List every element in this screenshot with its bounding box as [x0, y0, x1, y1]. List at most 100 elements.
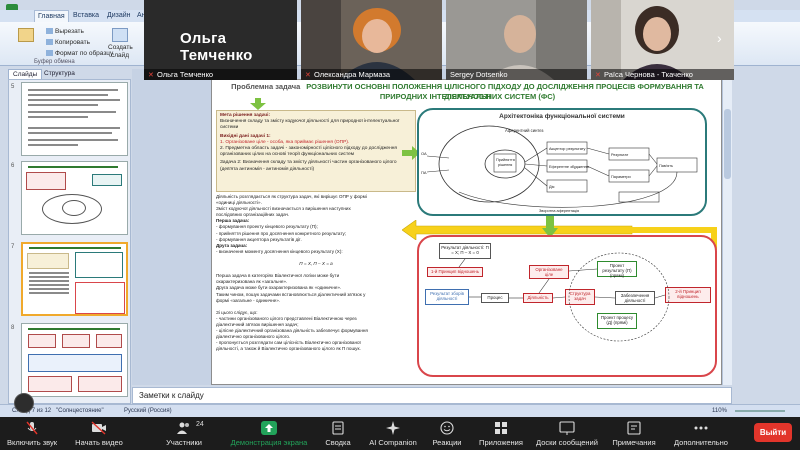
- video-strip: Ольга Темченко ✕ Ольга Темченко ✕ Олександ…: [144, 0, 734, 80]
- arch-label: Акцептор результату: [549, 147, 586, 151]
- cut-label: Вырезать: [55, 28, 84, 35]
- reactions-button[interactable]: Реакции: [426, 417, 468, 450]
- more-label: Дополнительно: [674, 438, 728, 447]
- tab-design[interactable]: Дизайн: [104, 10, 134, 22]
- video-tile-participant-3[interactable]: Sergey Dotsenko: [446, 0, 587, 80]
- slide-body-text: Діяльність розглядається як структура за…: [216, 194, 416, 352]
- participant-video: [301, 0, 442, 80]
- recording-indicator[interactable]: [14, 393, 34, 413]
- apps-label: Приложения: [479, 438, 523, 447]
- zoom-slider[interactable]: [735, 410, 785, 412]
- slide-thumbnail-5[interactable]: [21, 82, 128, 156]
- architecture-diagram: Архітектоніка функціональної системи Афе…: [417, 108, 707, 216]
- participant-name: Sergey Dotsenko: [450, 70, 508, 79]
- arch-label: Зворотна аферентація: [539, 209, 579, 213]
- mic-off-icon: ✕: [595, 72, 601, 79]
- copy-icon: [46, 39, 53, 46]
- slide-number: 6: [11, 163, 15, 169]
- activity-diagram: Результат діяльності: П = Х; П – Х = 0 1…: [417, 235, 717, 377]
- goal-text: Визначення складу та змісту кодуючої дія…: [220, 119, 400, 131]
- zoom-level: 110%: [712, 408, 727, 414]
- whiteboard-icon: [559, 421, 575, 435]
- arch-label: рішення: [498, 163, 512, 167]
- clipboard-group-label: Буфер обмена: [34, 59, 75, 65]
- participants-label: Участники: [166, 438, 202, 447]
- scrollbar-thumb[interactable]: [724, 109, 731, 179]
- arch-label: Параметри: [611, 175, 631, 179]
- video-tile-presenter[interactable]: Ольга Темченко ✕ Ольга Темченко: [144, 0, 297, 80]
- slide-thumbnail-6[interactable]: [21, 161, 128, 235]
- activity-graph-lines: [458, 252, 670, 342]
- arch-label: Пам'ять: [659, 164, 673, 168]
- arch-label: Аферентний синтез: [505, 128, 544, 133]
- inputs-heading: Вихідні дані задачі 1:: [220, 133, 271, 139]
- chevron-right-icon[interactable]: ›: [717, 30, 722, 46]
- tab-home[interactable]: Главная: [34, 10, 69, 22]
- slide-number: 7: [11, 244, 15, 250]
- current-slide[interactable]: Проблемна задача РОЗВИНУТИ ОСНОВНІ ПОЛОЖЕ…: [211, 79, 722, 385]
- goal-box: Мета рішення задачі: Визначення складу т…: [216, 110, 416, 192]
- start-video-button[interactable]: Начать видео: [68, 417, 130, 450]
- video-tile-participant-2[interactable]: ✕ Олександра Мармаза: [301, 0, 442, 80]
- slide-thumbnail-8[interactable]: [21, 323, 128, 397]
- architecture-title: Архітектоніка функціональної системи: [499, 113, 625, 120]
- cut-button[interactable]: Вырезать: [46, 28, 84, 35]
- summary-label: Сводка: [325, 438, 351, 447]
- notes-field[interactable]: Заметки к слайду: [132, 387, 732, 404]
- share-screen-button[interactable]: Демонстрация экрана: [222, 417, 316, 450]
- tab-outline[interactable]: Структура: [40, 69, 79, 79]
- paste-icon[interactable]: [18, 28, 34, 42]
- input-2: 2. Предметна область задачі - закономірн…: [220, 146, 397, 158]
- panel-tabs: Слайды Структура: [8, 69, 128, 79]
- arch-label: Прийняття: [496, 158, 515, 162]
- participant-name-bar: ✕ Олександра Мармаза: [301, 69, 442, 80]
- architecture-graph: Аферентний синтез Прийняття рішення Акце…: [421, 125, 698, 213]
- arch-label: ПА: [421, 170, 427, 175]
- participant-video: [591, 0, 734, 80]
- participant-name: Олександра Мармаза: [314, 70, 391, 79]
- ai-companion-button[interactable]: AI Companion: [362, 417, 424, 450]
- share-screen-icon: [261, 421, 277, 435]
- unmute-label: Включить звук: [6, 438, 58, 447]
- ai-companion-label: AI Companion: [369, 438, 417, 447]
- copy-label: Копировать: [55, 39, 90, 46]
- unmute-button[interactable]: Включить звук: [2, 417, 62, 450]
- slide-number: 5: [11, 84, 15, 90]
- problem-label: Проблемна задача: [231, 82, 301, 91]
- summary-button[interactable]: Сводка: [318, 417, 358, 450]
- mic-off-icon: ✕: [305, 72, 311, 79]
- whiteboard-label: Доски сообщений: [536, 438, 598, 447]
- vertical-scrollbar[interactable]: [722, 69, 732, 385]
- leave-button[interactable]: Выйти: [754, 423, 792, 442]
- whiteboard-button[interactable]: Доски сообщений: [530, 417, 604, 450]
- participant-video: [446, 0, 587, 80]
- notes-button[interactable]: Примечания: [606, 417, 662, 450]
- arrow-down-icon: [250, 98, 266, 110]
- participants-count: 24: [196, 421, 204, 428]
- status-bar: Слайд 7 из 12 "Солнцестояние" Русский (Р…: [0, 404, 800, 417]
- participant-name: Раїса Чернова - Ткаченко: [604, 70, 693, 79]
- apps-button[interactable]: Приложения: [474, 417, 528, 450]
- reactions-icon: [440, 421, 454, 435]
- summary-icon: [332, 421, 344, 435]
- new-slide-icon[interactable]: [112, 28, 128, 42]
- theme-name: "Солнцестояние": [56, 408, 104, 414]
- copy-button[interactable]: Копировать: [46, 39, 90, 46]
- new-slide-label[interactable]: Создать: [108, 44, 133, 51]
- video-tile-participant-4[interactable]: › ✕ Раїса Чернова - Ткаченко: [591, 0, 734, 80]
- new-slide-label-2[interactable]: слайд: [111, 52, 129, 59]
- arch-label: ОА: [421, 151, 427, 156]
- more-button[interactable]: Дополнительно: [664, 417, 738, 450]
- video-off-icon: [91, 421, 106, 435]
- tab-insert[interactable]: Вставка: [70, 10, 102, 22]
- participant-name-bar: ✕ Раїса Чернова - Ткаченко: [591, 69, 734, 80]
- slide-thumbnail-7[interactable]: [21, 242, 128, 316]
- format-painter-label: Формат по образцу: [55, 50, 114, 57]
- notes-label: Примечания: [612, 438, 656, 447]
- start-video-label: Начать видео: [75, 438, 123, 447]
- format-painter-button[interactable]: Формат по образцу: [46, 50, 113, 57]
- tab-slides[interactable]: Слайды: [8, 69, 43, 79]
- participants-button[interactable]: 24 Участники: [156, 417, 212, 450]
- reactions-label: Реакции: [432, 438, 462, 447]
- apps-icon: [495, 422, 507, 434]
